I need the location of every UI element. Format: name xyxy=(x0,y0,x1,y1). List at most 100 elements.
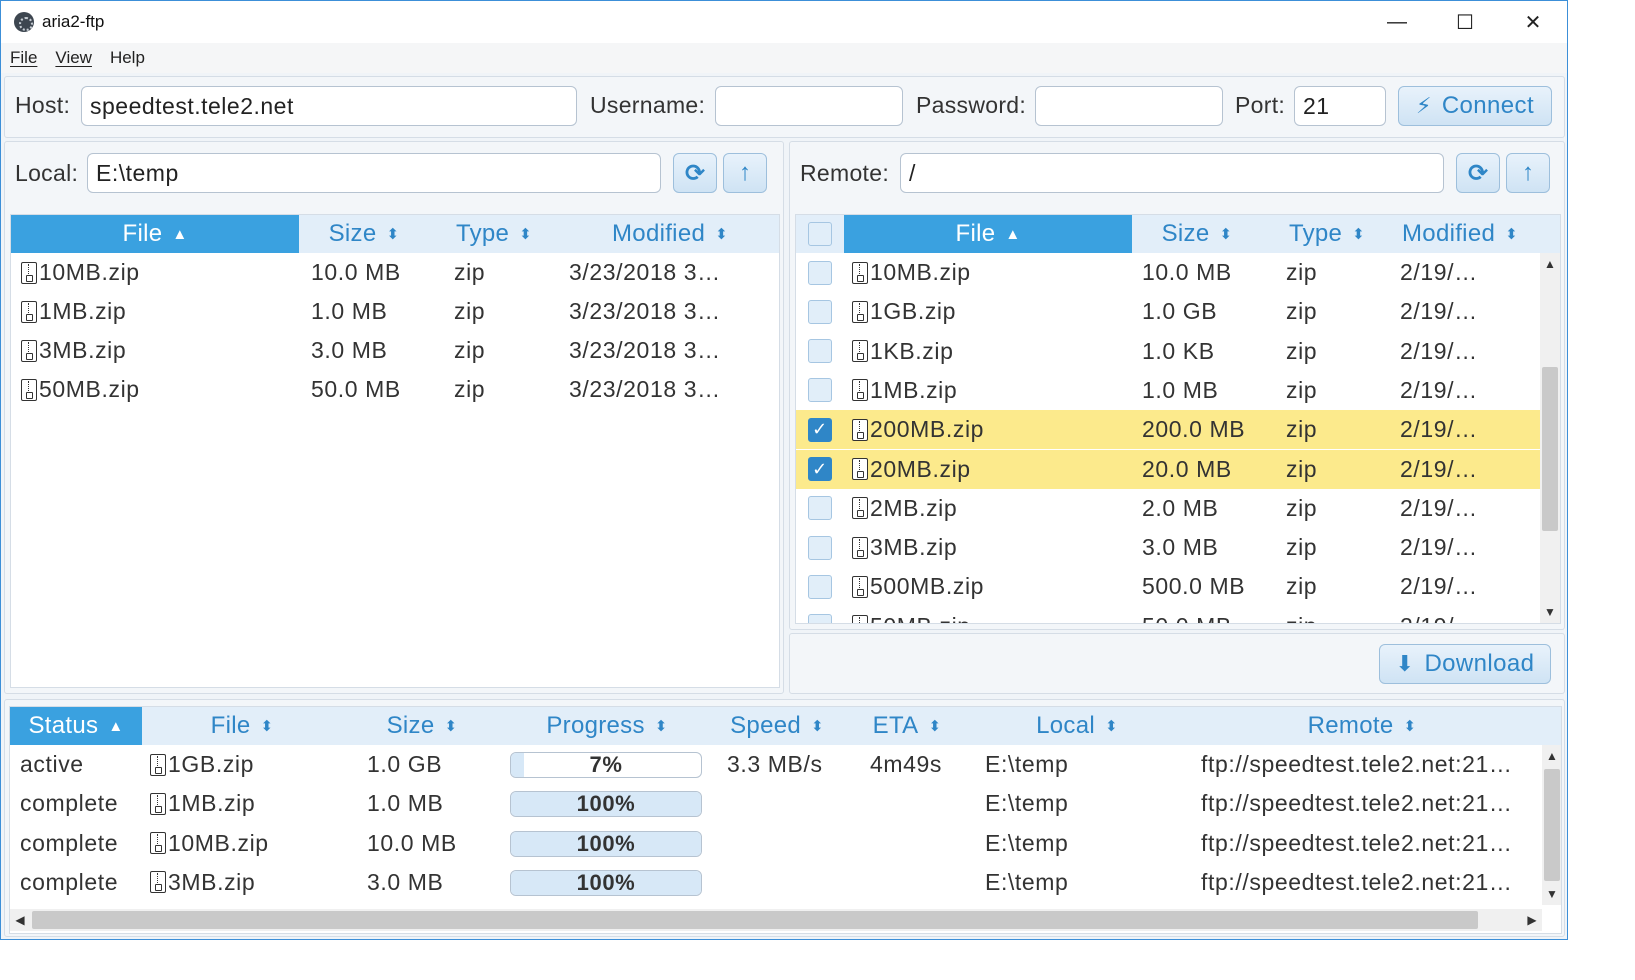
dl-size: 1.0 GB xyxy=(367,745,497,784)
local-file-name-text: 1MB.zip xyxy=(39,298,127,324)
remote-file-name: 3MB.zip xyxy=(852,528,1122,567)
remote-up-button[interactable]: ↑ xyxy=(1506,153,1550,193)
dl-progress-text: 7% xyxy=(589,752,623,777)
remote-vertical-scrollbar[interactable]: ▲ ▼ xyxy=(1540,253,1560,623)
local-col-type[interactable]: Type ⬍ xyxy=(429,215,559,253)
menu-view[interactable]: View xyxy=(55,48,92,68)
remote-file-row[interactable]: 1MB.zip 1.0 MB zip 2/19/… xyxy=(796,371,1540,410)
remote-file-type: zip xyxy=(1286,371,1386,410)
dl-col-eta[interactable]: ETA ⬍ xyxy=(842,707,972,745)
dl-col-status[interactable]: Status ▲ xyxy=(10,707,142,745)
remote-file-row[interactable]: 500MB.zip 500.0 MB zip 2/19/… xyxy=(796,567,1540,606)
remote-file-size: 500.0 MB xyxy=(1142,567,1272,606)
remote-scroll-thumb[interactable] xyxy=(1542,367,1558,531)
sort-icon: ⬍ xyxy=(811,718,824,735)
remote-col-file[interactable]: File ▲ xyxy=(844,215,1132,253)
username-input[interactable] xyxy=(715,86,903,126)
close-button[interactable]: ✕ xyxy=(1499,1,1567,43)
remote-file-type-text: zip xyxy=(1286,455,1318,482)
scroll-down-icon[interactable]: ▼ xyxy=(1540,605,1560,619)
remote-file-type-text: zip xyxy=(1286,573,1318,600)
remote-file-size-text: 1.0 MB xyxy=(1142,376,1219,403)
download-row[interactable]: complete 10MB.zip 10.0 MB 100% E:\temp ftp://… xyxy=(10,824,1542,863)
zip-file-icon xyxy=(150,871,166,894)
row-checkbox[interactable] xyxy=(808,378,832,403)
download-row[interactable]: active 1GB.zip 1.0 GB 7% 3.3 MB/s 4m49s E:\tem… xyxy=(10,745,1542,784)
dl-local-text: E:\temp xyxy=(985,829,1069,856)
local-file-row[interactable]: 3MB.zip 3.0 MB zip 3/23/2018 3… xyxy=(11,331,779,370)
local-table-header: File ▲ Size ⬍ Type ⬍ Modified ⬍ xyxy=(11,215,779,253)
zip-file-icon xyxy=(852,575,868,598)
remote-file-row[interactable]: 3MB.zip 3.0 MB zip 2/19/… xyxy=(796,528,1540,567)
password-input[interactable] xyxy=(1035,86,1223,126)
scroll-up-icon[interactable]: ▲ xyxy=(1542,749,1561,763)
port-input[interactable]: 21 xyxy=(1294,86,1386,126)
remote-row-select: ✓ xyxy=(808,450,838,489)
remote-file-row[interactable]: 2MB.zip 2.0 MB zip 2/19/… xyxy=(796,489,1540,528)
select-all-checkbox[interactable] xyxy=(808,222,832,246)
remote-col-modified[interactable]: Modified ⬍ xyxy=(1392,215,1542,253)
remote-file-modified: 2/19/… xyxy=(1400,410,1530,449)
downloads-horizontal-scrollbar[interactable]: ◀ ▶ xyxy=(10,909,1542,931)
download-row[interactable]: complete 1MB.zip 1.0 MB 100% E:\temp ftp://sp… xyxy=(10,784,1542,823)
host-label: Host: xyxy=(15,92,71,118)
maximize-button[interactable]: ☐ xyxy=(1431,1,1499,43)
remote-refresh-button[interactable]: ⟳ xyxy=(1456,153,1500,193)
remote-file-row[interactable]: 10MB.zip 10.0 MB zip 2/19/… xyxy=(796,253,1540,292)
local-file-row[interactable]: 50MB.zip 50.0 MB zip 3/23/2018 3… xyxy=(11,370,779,409)
downloads-scroll-thumb[interactable] xyxy=(1544,769,1560,881)
dl-col-remote[interactable]: Remote ⬍ xyxy=(1182,707,1542,745)
remote-file-size-text: 500.0 MB xyxy=(1142,573,1246,600)
dl-progress-bar: 100% xyxy=(510,830,702,857)
menu-file[interactable]: File xyxy=(10,48,37,68)
downloads-vertical-scrollbar[interactable]: ▲ ▼ xyxy=(1542,745,1561,905)
row-checkbox[interactable]: ✓ xyxy=(808,457,832,481)
scroll-down-icon[interactable]: ▼ xyxy=(1542,887,1561,901)
host-input[interactable]: speedtest.tele2.net xyxy=(81,86,577,126)
row-checkbox[interactable] xyxy=(808,614,832,623)
remote-file-row[interactable]: 1GB.zip 1.0 GB zip 2/19/… xyxy=(796,292,1540,331)
row-checkbox[interactable] xyxy=(808,260,832,285)
remote-file-row[interactable]: 1KB.zip 1.0 KB zip 2/19/… xyxy=(796,332,1540,371)
local-col-file[interactable]: File ▲ xyxy=(11,215,299,253)
row-checkbox[interactable]: ✓ xyxy=(808,417,832,442)
remote-file-row[interactable]: ✓ 20MB.zip 20.0 MB zip 2/19/… xyxy=(796,449,1540,489)
remote-path-input[interactable]: / xyxy=(900,153,1444,193)
downloads-hscroll-thumb[interactable] xyxy=(32,911,1478,929)
dl-col-file[interactable]: File ⬍ xyxy=(142,707,342,745)
local-col-size[interactable]: Size ⬍ xyxy=(299,215,429,253)
dl-eta xyxy=(870,863,970,902)
remote-file-row[interactable]: 50MB.zip 50.0 MB zip 2/19/… xyxy=(796,607,1540,623)
local-file-row[interactable]: 10MB.zip 10.0 MB zip 3/23/2018 3… xyxy=(11,253,779,292)
local-col-modified[interactable]: Modified ⬍ xyxy=(559,215,779,253)
refresh-icon: ⟳ xyxy=(684,159,706,187)
dl-col-local[interactable]: Local ⬍ xyxy=(972,707,1182,745)
scroll-right-icon[interactable]: ▶ xyxy=(1524,913,1540,927)
row-checkbox[interactable] xyxy=(808,496,832,521)
scroll-left-icon[interactable]: ◀ xyxy=(12,913,28,927)
row-checkbox[interactable] xyxy=(808,339,832,364)
download-button[interactable]: ⬇ Download xyxy=(1379,644,1551,684)
dl-col-speed[interactable]: Speed ⬍ xyxy=(712,707,842,745)
dl-status-text: complete xyxy=(20,868,119,895)
row-checkbox[interactable] xyxy=(808,535,832,560)
dl-col-size[interactable]: Size ⬍ xyxy=(342,707,502,745)
row-checkbox[interactable] xyxy=(808,299,832,324)
local-file-row[interactable]: 1MB.zip 1.0 MB zip 3/23/2018 3… xyxy=(11,292,779,331)
remote-col-select[interactable] xyxy=(796,215,844,253)
local-up-button[interactable]: ↑ xyxy=(723,153,767,193)
dl-col-progress[interactable]: Progress ⬍ xyxy=(502,707,712,745)
remote-col-type[interactable]: Type ⬍ xyxy=(1262,215,1392,253)
local-refresh-button[interactable]: ⟳ xyxy=(673,153,717,193)
local-path-input[interactable]: E:\temp xyxy=(87,153,661,193)
scroll-up-icon[interactable]: ▲ xyxy=(1540,257,1560,271)
remote-col-size[interactable]: Size ⬍ xyxy=(1132,215,1262,253)
connect-button[interactable]: ⚡ Connect xyxy=(1398,86,1552,126)
download-row[interactable]: complete 3MB.zip 3.0 MB 100% E:\temp ftp://sp… xyxy=(10,863,1542,902)
menu-help[interactable]: Help xyxy=(110,48,145,68)
remote-file-row[interactable]: ✓ 200MB.zip 200.0 MB zip 2/19/… xyxy=(796,410,1540,450)
remote-file-size-text: 2.0 MB xyxy=(1142,494,1219,521)
remote-file-size: 1.0 GB xyxy=(1142,292,1272,331)
minimize-button[interactable]: — xyxy=(1363,1,1431,43)
row-checkbox[interactable] xyxy=(808,574,832,599)
